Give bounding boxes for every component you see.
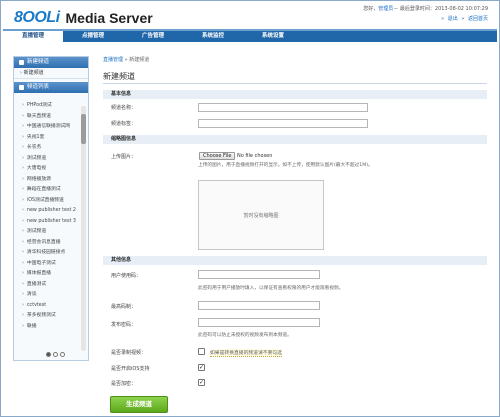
nav-monitor[interactable]: 系统监控 bbox=[183, 31, 243, 42]
ios-checkbox[interactable]: ✓ bbox=[198, 364, 205, 371]
breadcrumb-live[interactable]: 直播管理 bbox=[103, 57, 123, 63]
channel-item[interactable]: new publisher test 3 bbox=[14, 217, 82, 228]
user-name[interactable]: 管理员 bbox=[378, 6, 393, 12]
folder-icon bbox=[19, 60, 24, 65]
user-id-hint: 此密码用于用户播放时填入，以保证有查看权限的用户才能观看视频。 bbox=[198, 286, 344, 291]
publish-password-input[interactable] bbox=[198, 318, 320, 327]
breadcrumb: 直播管理 » 新建频道 bbox=[103, 57, 150, 63]
section-other: 其他信息 bbox=[103, 256, 487, 265]
max-bitrate-label: 最高码制： bbox=[111, 304, 137, 310]
channel-item[interactable]: 经营会讯息直播 bbox=[14, 238, 82, 249]
greeting: 您好， bbox=[363, 6, 379, 12]
channel-item[interactable]: 联天直频道 bbox=[14, 112, 82, 123]
sidebar-scrollbar[interactable] bbox=[81, 106, 86, 351]
new-channel-header[interactable]: 新建频道 bbox=[14, 57, 88, 68]
nav-ads[interactable]: 广告管理 bbox=[123, 31, 183, 42]
user-id-label: 用户使用码： bbox=[111, 273, 142, 279]
channel-item[interactable]: 清华科技园链接点 bbox=[14, 248, 82, 259]
record-checkbox[interactable] bbox=[198, 348, 205, 355]
channel-item[interactable]: 网络播放源 bbox=[14, 175, 82, 186]
pager-dot[interactable] bbox=[53, 352, 58, 357]
file-status: No file chosen bbox=[237, 153, 273, 159]
channel-item[interactable]: 长农务 bbox=[14, 143, 82, 154]
channel-item[interactable]: PHPod测试 bbox=[14, 101, 82, 112]
channel-item[interactable]: 直播测试 bbox=[14, 280, 82, 291]
channel-item[interactable]: cctvtest bbox=[14, 301, 82, 312]
login-time: 2013-08-02 10:07:29 bbox=[434, 6, 488, 12]
logout-link[interactable]: » 退出 bbox=[441, 16, 458, 22]
ios-label: 是否开启iOS支持 bbox=[111, 366, 150, 372]
top-links: » 退出 » 返回首页 bbox=[439, 15, 488, 22]
section-thumbnail: 缩略图信息 bbox=[103, 135, 487, 144]
nav-vod[interactable]: 点播管理 bbox=[63, 31, 123, 42]
channel-item[interactable]: 舞蹈在直播测试 bbox=[14, 185, 82, 196]
upload-hint: 上传的图片，用于直播视频打开的显示。如不上传，使用默认图片(最大不超过1M)。 bbox=[198, 163, 373, 168]
page-title: 新建频道 bbox=[103, 72, 135, 81]
channel-item[interactable]: new publisher test 2 bbox=[14, 206, 82, 217]
nav-live[interactable]: 直播管理 bbox=[3, 31, 63, 42]
channel-name-input[interactable] bbox=[198, 103, 368, 112]
user-id-input[interactable] bbox=[198, 270, 320, 279]
choose-file-button[interactable]: Choose File bbox=[199, 152, 236, 160]
breadcrumb-current: 新建频道 bbox=[129, 57, 150, 63]
upload-label: 上传图片： bbox=[111, 154, 137, 160]
publish-password-label: 发布密码： bbox=[111, 322, 137, 328]
logo-mark: 8OOLi bbox=[14, 9, 60, 26]
channel-item[interactable]: 大唐电视 bbox=[14, 164, 82, 175]
channel-item[interactable]: iOS测试直播频道 bbox=[14, 196, 82, 207]
channel-list: PHPod测试 联天直频道 中国通信联播测试网 央视1套 长农务 测试频道 大唐… bbox=[14, 101, 82, 353]
channel-item[interactable]: 中国电子测试 bbox=[14, 259, 82, 270]
pager-dot[interactable] bbox=[60, 352, 65, 357]
channel-item[interactable]: 清谈 bbox=[14, 290, 82, 301]
channel-item[interactable]: 联播 bbox=[14, 322, 82, 333]
channel-item[interactable]: 茶多视频测试 bbox=[14, 311, 82, 322]
scroll-thumb[interactable] bbox=[81, 114, 86, 144]
app-title: Media Server bbox=[65, 9, 153, 26]
channel-item[interactable]: 测试频道 bbox=[14, 227, 82, 238]
preview-placeholder: 暂时没有缩略图 bbox=[243, 212, 279, 219]
list-icon bbox=[19, 85, 24, 90]
title-divider bbox=[103, 83, 487, 84]
channel-name-label: 频道名称： bbox=[111, 105, 137, 111]
thumbnail-preview: 暂时没有缩略图 bbox=[198, 180, 324, 250]
channel-item[interactable]: 测试频道 bbox=[14, 154, 82, 165]
encrypt-label: 是否加密： bbox=[111, 381, 137, 387]
max-bitrate-input[interactable] bbox=[198, 301, 320, 310]
chevron-right-icon: › bbox=[20, 70, 22, 76]
sidebar-item-new-channel[interactable]: › 新建频道 bbox=[14, 68, 88, 79]
publish-password-hint: 此密码可以防止未授权的视频发布到本频道。 bbox=[198, 333, 292, 338]
channel-item[interactable]: 中国通信联播测试网 bbox=[14, 122, 82, 133]
channel-list-header[interactable]: 频道列表 bbox=[14, 82, 88, 93]
section-basic: 基本信息 bbox=[103, 90, 487, 99]
pager-dot[interactable] bbox=[46, 352, 51, 357]
app-logo: 8OOLi Media Server bbox=[14, 4, 153, 26]
sidebar-pager bbox=[46, 352, 65, 357]
login-prefix: － 最后登录时间： bbox=[393, 6, 435, 12]
record-note: 如果是转换直播的频道请不要勾选 bbox=[210, 349, 282, 357]
record-label: 是否录制视频： bbox=[111, 350, 147, 356]
channel-item[interactable]: 媒体报直播 bbox=[14, 269, 82, 280]
channel-tag-label: 频道标签： bbox=[111, 121, 137, 127]
login-info: 您好，管理员－ 最后登录时间：2013-08-02 10:07:29 bbox=[363, 5, 488, 12]
channel-item[interactable]: 央视1套 bbox=[14, 133, 82, 144]
encrypt-checkbox[interactable]: ✓ bbox=[198, 379, 205, 386]
create-channel-button[interactable]: 生成频道 bbox=[110, 396, 168, 413]
home-link[interactable]: » 返回首页 bbox=[461, 16, 488, 22]
channel-tag-input[interactable] bbox=[198, 119, 368, 128]
sidebar: 新建频道 › 新建频道 频道列表 PHPod测试 联天直频道 中国通信联播测试网… bbox=[13, 56, 89, 361]
main-nav: 直播管理 点播管理 广告管理 系统监控 系统设置 bbox=[3, 29, 497, 42]
nav-settings[interactable]: 系统设置 bbox=[243, 31, 303, 42]
